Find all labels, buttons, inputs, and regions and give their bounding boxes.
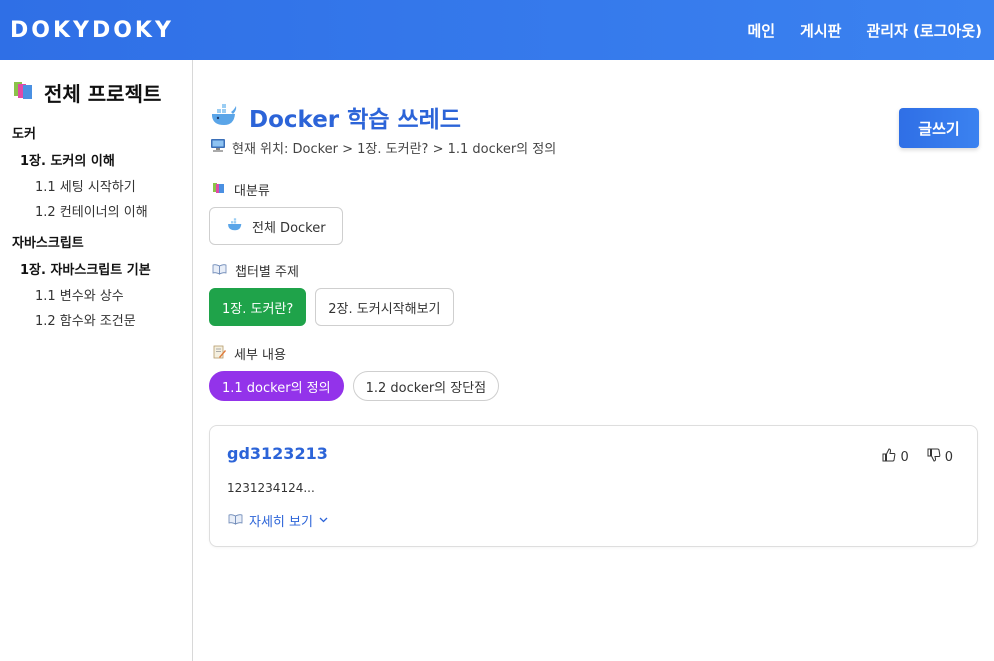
- nav-board[interactable]: 게시판: [800, 20, 841, 41]
- dislike-button[interactable]: 0: [927, 448, 953, 466]
- sidebar-group-docker[interactable]: 도커: [12, 123, 192, 142]
- chapter-chips: 1장. 도커란? 2장. 도커시작해보기: [209, 288, 979, 326]
- detail-label-text: 세부 내용: [234, 348, 286, 363]
- post-card: gd3123213 0 0 1231234124... 자세히 보기: [209, 425, 978, 547]
- detail-chips: 1.1 docker의 정의 1.2 docker의 장단점: [209, 371, 979, 401]
- chapter-label-text: 챕터별 주제: [235, 265, 299, 280]
- sidebar-chapter-docker-1[interactable]: 1장. 도커의 이해: [12, 150, 192, 169]
- whale-icon: [209, 100, 239, 134]
- open-book-icon: [228, 513, 243, 529]
- chapter-chip-2[interactable]: 2장. 도커시작해보기: [315, 288, 454, 326]
- category-label-text: 대분류: [234, 184, 270, 199]
- detail-chip-2[interactable]: 1.2 docker의 장단점: [352, 371, 500, 401]
- sidebar-chapter-javascript-1[interactable]: 1장. 자바스크립트 기본: [12, 259, 192, 278]
- main-content: Docker 학습 쓰레드 현재 위치: Docker > 1장. 도커란? >…: [209, 60, 979, 547]
- category-chips: 전체 Docker: [209, 207, 979, 245]
- books-icon: [12, 79, 36, 106]
- nav-admin-logout[interactable]: 관리자 (로그아웃): [866, 20, 982, 41]
- computer-icon: [210, 138, 226, 157]
- sidebar-item-docker-1-1[interactable]: 1.1 세팅 시작하기: [12, 176, 192, 195]
- breadcrumb: 현재 위치: Docker > 1장. 도커란? > 1.1 docker의 정…: [210, 138, 556, 157]
- top-nav: 메인 게시판 관리자 (로그아웃): [722, 20, 982, 41]
- open-book-icon: [212, 263, 227, 279]
- post-excerpt: 1231234124...: [227, 481, 315, 495]
- books-icon: [212, 181, 226, 198]
- project-sidebar: 전체 프로젝트 도커 1장. 도커의 이해 1.1 세팅 시작하기 1.2 컨테…: [0, 60, 193, 661]
- page-title: Docker 학습 쓰레드: [209, 100, 461, 134]
- breadcrumb-text: 현재 위치: Docker > 1장. 도커란? > 1.1 docker의 정…: [232, 142, 557, 157]
- thumbs-up-icon: [882, 448, 896, 466]
- chapter-chip-1[interactable]: 1장. 도커란?: [209, 288, 307, 326]
- like-button[interactable]: 0: [882, 448, 909, 466]
- memo-icon: [212, 345, 226, 363]
- chevron-down-icon: [319, 515, 328, 526]
- detail-chip-1[interactable]: 1.1 docker의 정의: [209, 371, 344, 401]
- category-chip-all-docker[interactable]: 전체 Docker: [209, 207, 343, 245]
- sidebar-group-javascript[interactable]: 자바스크립트: [12, 232, 192, 251]
- chapter-label: 챕터별 주제: [209, 261, 979, 280]
- view-details-label: 자세히 보기: [249, 515, 313, 530]
- brand-logo[interactable]: DOKYDOKY: [10, 18, 174, 43]
- sidebar-title: 전체 프로젝트: [12, 78, 192, 107]
- category-label: 대분류: [209, 180, 979, 199]
- nav-main[interactable]: 메인: [747, 20, 775, 41]
- top-navbar: DOKYDOKY 메인 게시판 관리자 (로그아웃): [0, 0, 994, 60]
- page-title-text: Docker 학습 쓰레드: [249, 107, 461, 133]
- thumbs-down-icon: [927, 448, 941, 466]
- page-header: Docker 학습 쓰레드 현재 위치: Docker > 1장. 도커란? >…: [209, 60, 979, 170]
- post-title[interactable]: gd3123213: [227, 444, 328, 463]
- sidebar-item-docker-1-2[interactable]: 1.2 컨테이너의 이해: [12, 201, 192, 220]
- sidebar-title-text: 전체 프로젝트: [44, 82, 162, 106]
- whale-icon: [226, 216, 244, 236]
- vote-controls: 0 0: [882, 448, 953, 466]
- dislike-count: 0: [944, 449, 953, 465]
- like-count: 0: [900, 449, 909, 465]
- sidebar-item-javascript-1-2[interactable]: 1.2 함수와 조건문: [12, 310, 192, 329]
- sidebar-item-javascript-1-1[interactable]: 1.1 변수와 상수: [12, 285, 192, 304]
- category-chip-label: 전체 Docker: [252, 220, 326, 236]
- write-post-button[interactable]: 글쓰기: [899, 108, 979, 148]
- view-details-link[interactable]: 자세히 보기: [228, 511, 328, 530]
- detail-label: 세부 내용: [209, 344, 979, 363]
